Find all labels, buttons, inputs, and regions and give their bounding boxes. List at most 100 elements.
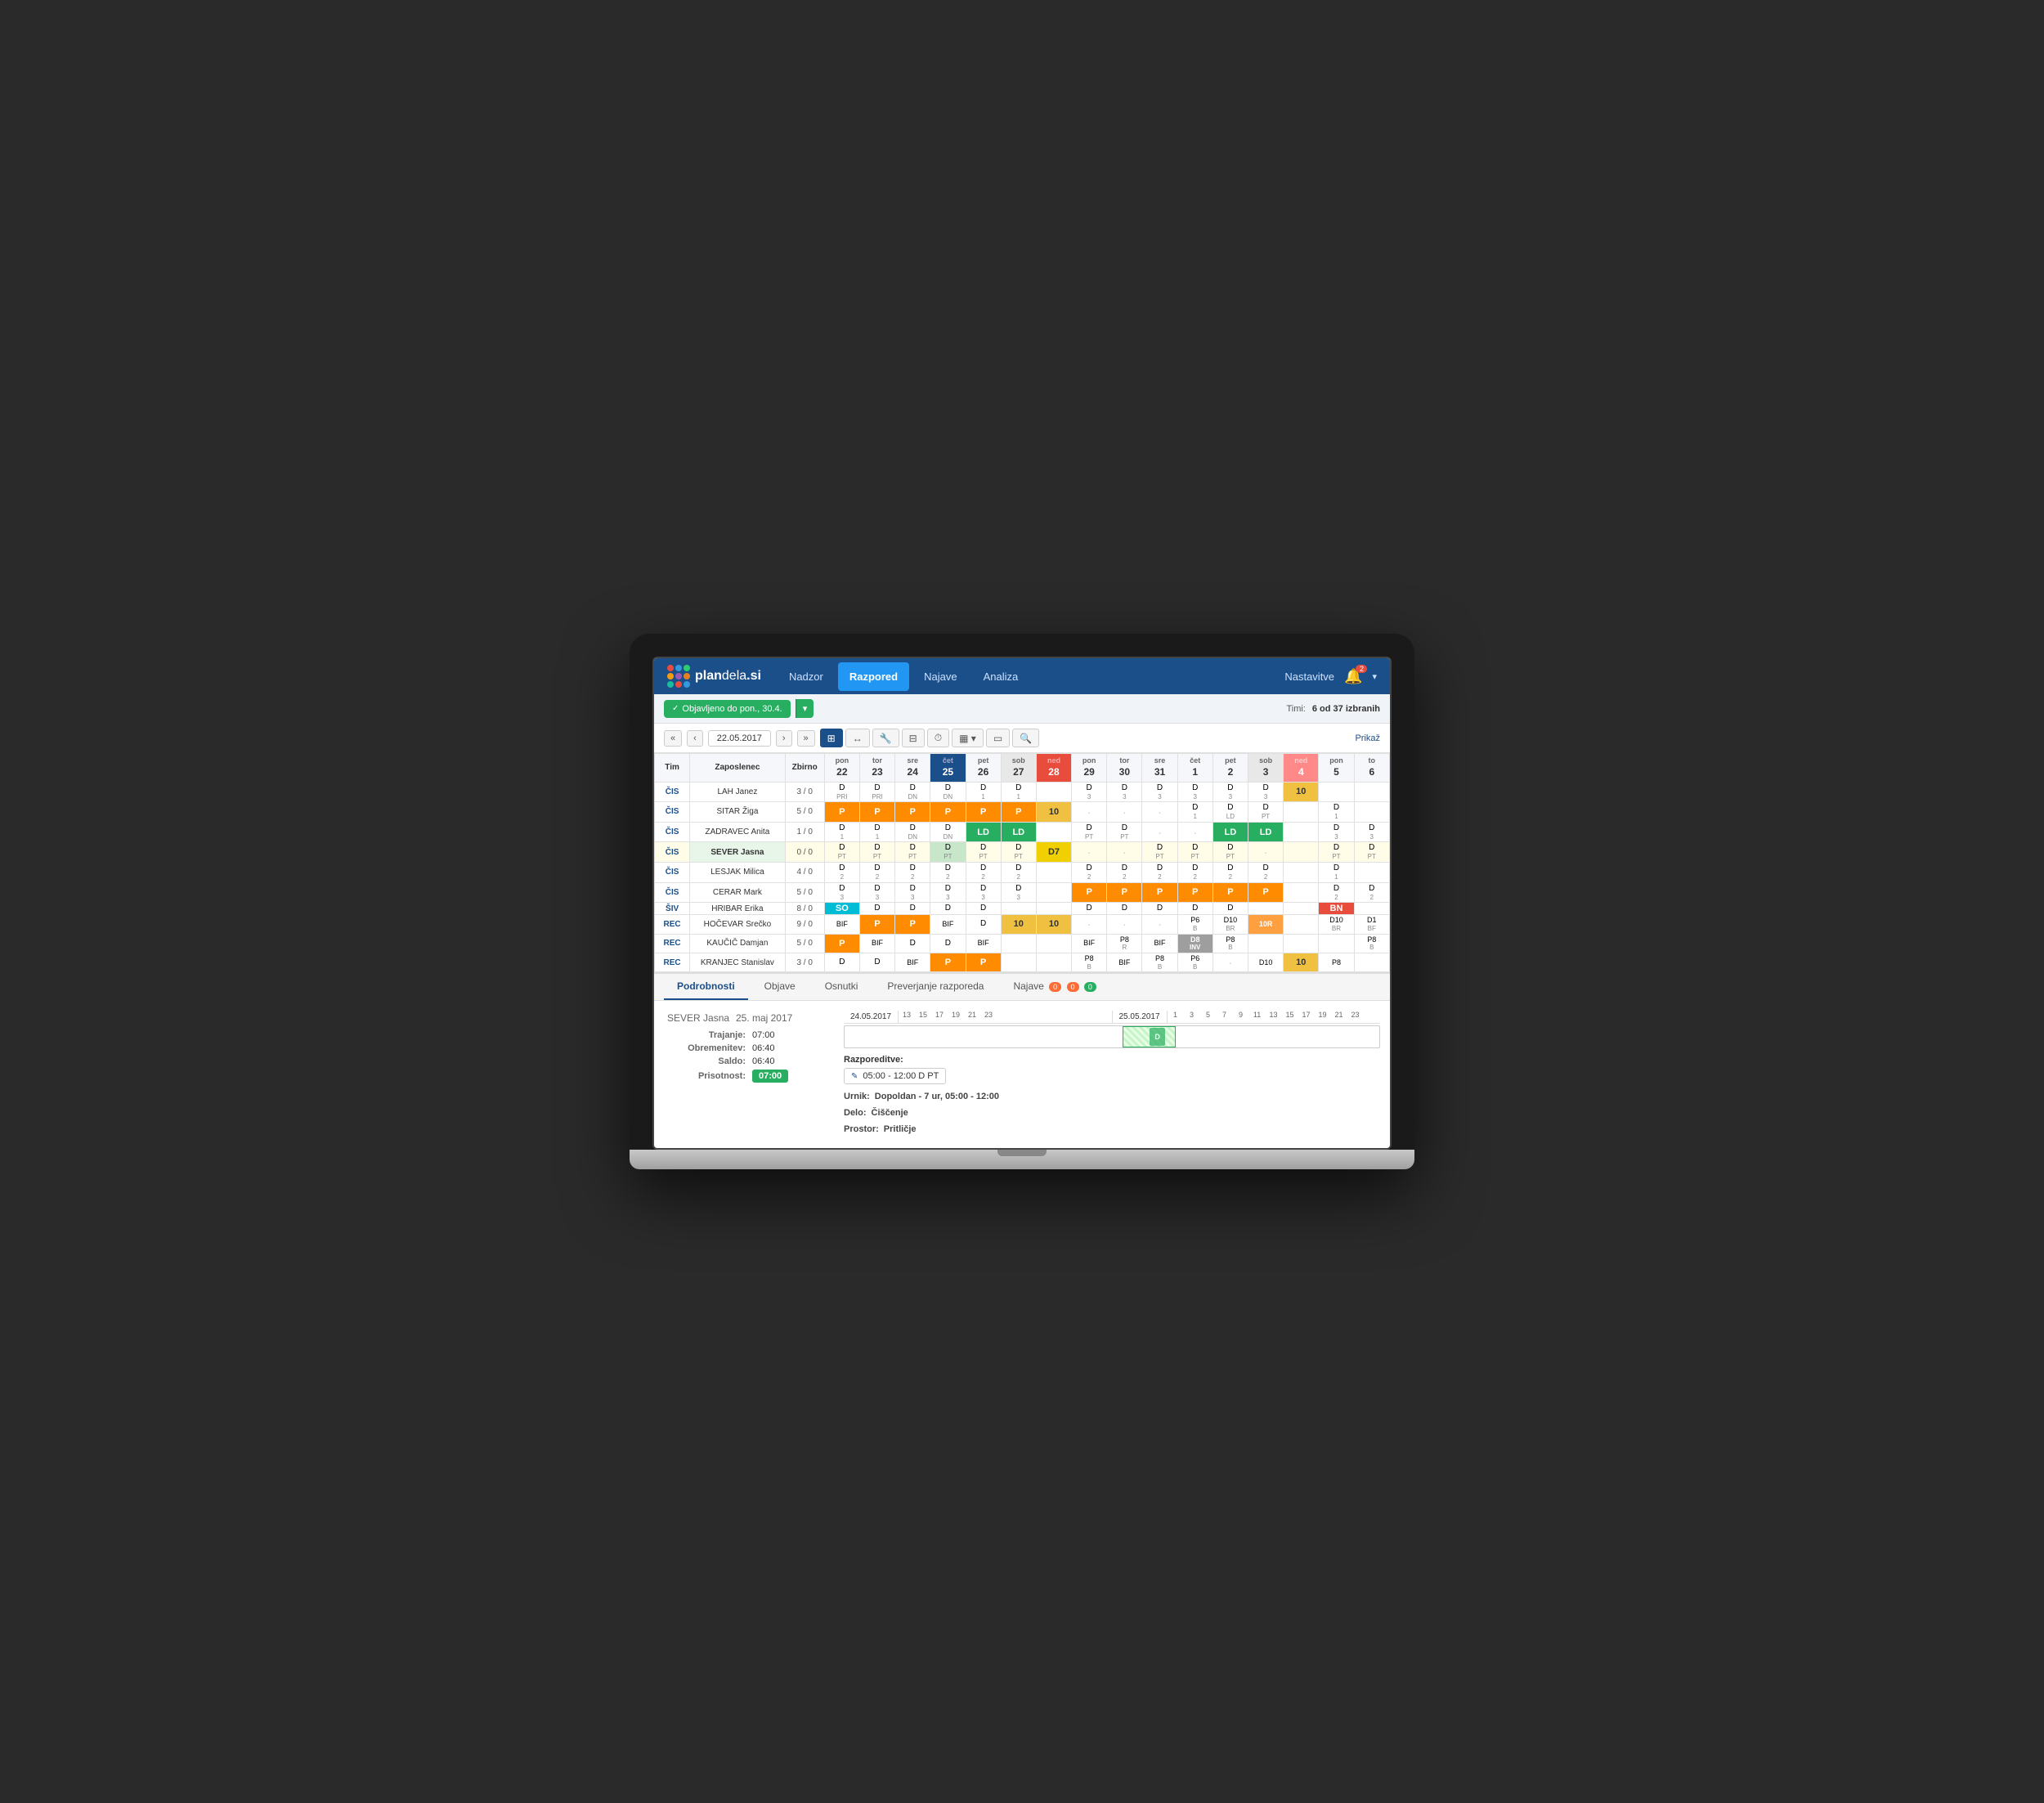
td-cell-empty[interactable] <box>1248 934 1284 953</box>
td-cell[interactable]: P8R <box>1107 934 1142 953</box>
view-table-button[interactable]: ▦ ▾ <box>952 729 984 747</box>
td-cell-empty[interactable] <box>1354 862 1389 882</box>
td-emp-hocevar[interactable]: HOČEVAR Srečko <box>690 915 785 934</box>
prikaz-label[interactable]: Prikaž <box>1355 733 1380 743</box>
td-cell[interactable]: BIF <box>859 934 894 953</box>
td-emp-lah[interactable]: LAH Janez <box>690 782 785 802</box>
next-next-button[interactable]: » <box>797 730 815 747</box>
td-cell[interactable]: D2 <box>895 862 930 882</box>
td-emp-sitar[interactable]: SITAR Žiga <box>690 802 785 823</box>
td-cell[interactable]: P8B <box>1213 934 1248 953</box>
td-cell[interactable]: D1 <box>824 822 859 842</box>
view-search-button[interactable]: 🔍 <box>1012 729 1039 747</box>
td-cell-dot[interactable]: · <box>1072 915 1107 934</box>
td-cell[interactable]: P8B <box>1354 934 1389 953</box>
td-cell-d7[interactable]: D7 <box>1036 842 1071 863</box>
td-cell-dot[interactable]: · <box>1142 802 1177 823</box>
nav-settings[interactable]: Nastavitve <box>1284 671 1334 683</box>
td-cell[interactable]: DDN <box>930 782 966 802</box>
td-cell[interactable]: D <box>966 903 1001 915</box>
td-cell[interactable]: BIF <box>895 953 930 971</box>
td-cell-p[interactable]: P <box>859 915 894 934</box>
td-cell[interactable]: P8 <box>1319 953 1354 971</box>
td-cell[interactable]: D2 <box>1107 862 1142 882</box>
td-cell-empty[interactable] <box>1001 903 1036 915</box>
td-cell-10r[interactable]: 10R <box>1248 915 1284 934</box>
td-cell-empty[interactable] <box>1036 882 1071 903</box>
td-cell[interactable]: DPT <box>824 842 859 863</box>
td-cell[interactable]: D <box>930 934 966 953</box>
td-cell[interactable]: D2 <box>1213 862 1248 882</box>
td-cell[interactable]: D3 <box>859 882 894 903</box>
td-cell[interactable]: DPT <box>859 842 894 863</box>
td-cell-p[interactable]: P <box>1107 882 1142 903</box>
td-cell[interactable]: D3 <box>930 882 966 903</box>
view-tool-button[interactable]: 🔧 <box>872 729 899 747</box>
td-cell[interactable]: D <box>930 903 966 915</box>
td-cell-p[interactable]: P <box>1213 882 1248 903</box>
td-cell-dot[interactable]: · <box>1072 842 1107 863</box>
td-emp-cerar[interactable]: CERAR Mark <box>690 882 785 903</box>
td-cell-p[interactable]: P <box>895 915 930 934</box>
prev-prev-button[interactable]: « <box>664 730 682 747</box>
tab-osnutki[interactable]: Osnutki <box>812 974 872 1000</box>
td-cell-empty[interactable] <box>1001 934 1036 953</box>
td-cell[interactable]: D3 <box>1001 882 1036 903</box>
td-cell[interactable]: D2 <box>1354 882 1389 903</box>
td-cell[interactable]: DPT <box>1213 842 1248 863</box>
td-emp-zadravec[interactable]: ZADRAVEC Anita <box>690 822 785 842</box>
td-cell[interactable]: D3 <box>1177 782 1213 802</box>
td-cell-empty[interactable] <box>1284 903 1319 915</box>
td-cell[interactable]: D3 <box>824 882 859 903</box>
td-cell[interactable]: DPT <box>1072 822 1107 842</box>
td-cell[interactable]: D1 <box>1319 862 1354 882</box>
td-cell-empty[interactable] <box>1354 953 1389 971</box>
td-cell[interactable]: D2 <box>859 862 894 882</box>
td-cell[interactable]: D3 <box>1107 782 1142 802</box>
td-cell-empty[interactable] <box>1248 903 1284 915</box>
td-cell[interactable]: D2 <box>824 862 859 882</box>
tab-podrobnosti[interactable]: Podrobnosti <box>664 974 748 1000</box>
td-cell[interactable]: DDN <box>895 822 930 842</box>
tab-najave[interactable]: Najave 0 0 0 <box>1000 974 1109 1000</box>
td-cell-p[interactable]: P <box>895 802 930 823</box>
td-cell-ld[interactable]: LD <box>966 822 1001 842</box>
td-cell[interactable]: DPRI <box>859 782 894 802</box>
td-cell[interactable]: P6B <box>1177 953 1213 971</box>
td-cell-empty[interactable] <box>1284 882 1319 903</box>
td-cell[interactable]: BIF <box>1142 934 1177 953</box>
td-cell[interactable]: DDN <box>895 782 930 802</box>
td-cell[interactable]: BIF <box>930 915 966 934</box>
td-cell-p[interactable]: P <box>930 953 966 971</box>
td-cell-p[interactable]: P <box>859 802 894 823</box>
td-cell[interactable]: D3 <box>1319 822 1354 842</box>
td-cell[interactable]: D3 <box>1072 782 1107 802</box>
td-cell-dot[interactable]: · <box>1142 822 1177 842</box>
view-arrow-button[interactable]: ↔ <box>845 729 870 747</box>
td-cell-p[interactable]: P <box>966 953 1001 971</box>
td-cell[interactable]: DPT <box>1319 842 1354 863</box>
td-emp-sever[interactable]: SEVER Jasna <box>690 842 785 863</box>
td-cell[interactable]: D3 <box>1354 822 1389 842</box>
td-cell[interactable]: P6B <box>1177 915 1213 934</box>
td-cell[interactable]: DPT <box>1107 822 1142 842</box>
td-cell[interactable]: D <box>895 903 930 915</box>
td-cell-10[interactable]: 10 <box>1284 953 1319 971</box>
td-cell[interactable]: D <box>1213 903 1248 915</box>
td-cell[interactable]: BIF <box>966 934 1001 953</box>
td-cell-p[interactable]: P <box>824 802 859 823</box>
td-cell[interactable]: D <box>1072 903 1107 915</box>
next-button[interactable]: › <box>776 730 792 747</box>
td-cell-p[interactable]: P <box>1072 882 1107 903</box>
td-cell-dot[interactable]: · <box>1142 915 1177 934</box>
td-cell[interactable]: D3 <box>966 882 1001 903</box>
td-cell[interactable]: D2 <box>1319 882 1354 903</box>
td-cell-ld[interactable]: LD <box>1001 822 1036 842</box>
td-cell[interactable]: D <box>1107 903 1142 915</box>
td-cell[interactable]: D10BR <box>1319 915 1354 934</box>
td-cell[interactable]: D3 <box>1213 782 1248 802</box>
td-cell-empty[interactable] <box>1036 782 1071 802</box>
td-cell[interactable]: BIF <box>824 915 859 934</box>
td-emp-hribar[interactable]: HRIBAR Erika <box>690 903 785 915</box>
td-cell[interactable]: D <box>859 953 894 971</box>
